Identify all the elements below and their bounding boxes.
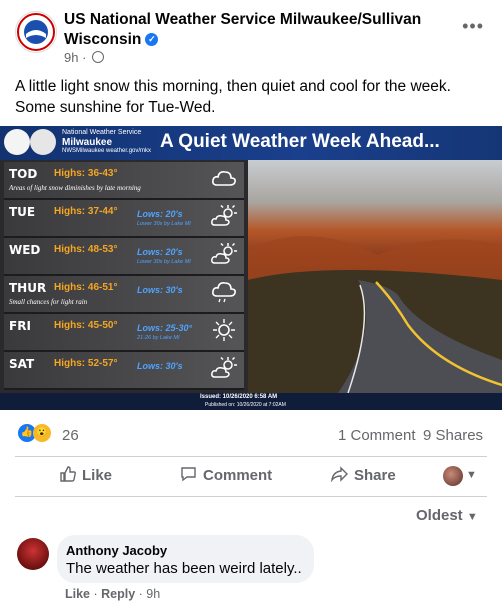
- day-name: TOD: [9, 167, 38, 181]
- comment-like-button[interactable]: Like: [65, 587, 90, 601]
- post-header: US National Weather Service Milwaukee/Su…: [0, 0, 502, 70]
- comment-reply-button[interactable]: Reply: [101, 587, 135, 601]
- day-high: Highs: 48-53°: [54, 244, 118, 255]
- day-low: Lows: 30's: [137, 361, 183, 371]
- day-name: WED: [9, 243, 41, 257]
- road-illustration: [248, 236, 502, 394]
- day-name: THUR: [9, 281, 47, 295]
- noaa-logo-icon: [4, 129, 30, 155]
- published-time: Published on: 10/26/2020 at 7:02AM: [205, 402, 286, 408]
- cloud-icon: [212, 171, 236, 186]
- shares-count-link[interactable]: 9 Shares: [423, 427, 483, 444]
- partly-sunny-icon: [211, 356, 237, 378]
- day-high: Highs: 46-51°: [54, 282, 118, 293]
- like-button[interactable]: Like: [60, 466, 112, 488]
- comment-bubble: Anthony Jacoby The weather has been weir…: [57, 535, 314, 583]
- comment-label: Comment: [203, 467, 273, 484]
- reaction-count[interactable]: 26: [62, 427, 79, 444]
- nws-avatar[interactable]: [15, 11, 57, 53]
- nws-logo-icon: [17, 13, 55, 51]
- day-high: Highs: 36-43°: [54, 168, 118, 179]
- forecast-row: TOD Highs: 36-43° Areas of light snow di…: [4, 162, 244, 200]
- issued-time: Issued: 10/26/2020 6:58 AM: [200, 394, 278, 400]
- banner-social: NWSMilwaukee weather.gov/mkx: [62, 148, 152, 154]
- commenter-avatar[interactable]: [17, 538, 49, 570]
- rain-cloud-icon: [212, 282, 236, 303]
- comment-icon: [181, 467, 196, 482]
- post-caption: A little light snow this morning, then q…: [15, 78, 451, 116]
- share-icon: [330, 466, 348, 483]
- verified-badge-icon: ✓: [145, 33, 159, 47]
- share-button[interactable]: Share: [330, 466, 396, 488]
- day-low: Lows: 30's: [137, 285, 183, 295]
- banner-office: Milwaukee: [62, 137, 113, 148]
- forecast-panel: TOD Highs: 36-43° Areas of light snow di…: [0, 160, 248, 393]
- share-label: Share: [354, 467, 396, 484]
- page-name-link[interactable]: US National Weather Service Milwaukee/Su…: [64, 10, 444, 50]
- comment-button[interactable]: Comment: [180, 466, 272, 488]
- comment-actions: Like · Reply · 9h: [65, 587, 161, 601]
- forecast-graphic[interactable]: National Weather Service Milwaukee NWSMi…: [0, 126, 502, 410]
- autumn-road-photo: [248, 160, 502, 394]
- partly-sunny-icon: [211, 242, 237, 264]
- divider: [15, 456, 487, 457]
- post-time[interactable]: 9h: [64, 50, 78, 65]
- day-low: Lows: 25-30°: [137, 323, 193, 333]
- page-name-text[interactable]: US National Weather Service Milwaukee/Su…: [64, 11, 421, 48]
- day-low: Lows: 20's: [137, 247, 183, 257]
- post-meta: 9h ·: [64, 50, 105, 65]
- day-high: Highs: 45-50°: [54, 320, 118, 331]
- like-label: Like: [82, 467, 113, 484]
- day-name: SAT: [9, 357, 35, 371]
- nws-logo-small-icon: [30, 129, 56, 155]
- forecast-row: SAT Highs: 52-57° Lows: 30's: [4, 352, 244, 390]
- day-name: FRI: [9, 319, 31, 333]
- divider: [15, 496, 487, 497]
- chevron-down-icon[interactable]: ▼: [466, 469, 477, 481]
- day-name: TUE: [9, 205, 36, 219]
- forecast-row: TUE Highs: 37-44° Lows: 20's Lower 30s b…: [4, 200, 244, 238]
- day-low: Lows: 20's: [137, 209, 183, 219]
- globe-icon: [92, 51, 105, 63]
- graphic-banner: National Weather Service Milwaukee NWSMi…: [0, 126, 502, 160]
- day-note: Small chances for light rain: [9, 298, 88, 306]
- comment-text: The weather has been weird lately..: [66, 560, 302, 577]
- chevron-down-icon: ▼: [466, 511, 478, 523]
- day-note: Areas of light snow diminishes by late m…: [9, 184, 141, 192]
- comments-count-link[interactable]: 1 Comment: [338, 427, 416, 444]
- more-options-button[interactable]: •••: [462, 16, 484, 37]
- profile-avatar[interactable]: [443, 466, 463, 486]
- comment-sort-dropdown[interactable]: Oldest ▼: [416, 507, 478, 524]
- banner-agency: National Weather Service: [62, 129, 142, 136]
- comment-time[interactable]: 9h: [146, 587, 160, 601]
- graphic-title: A Quiet Weather Week Ahead...: [160, 131, 440, 152]
- day-high: Highs: 37-44°: [54, 206, 118, 217]
- thumbs-up-icon: [60, 466, 76, 482]
- sun-icon: [213, 319, 235, 341]
- forecast-row: THUR Highs: 46-51° Lows: 30's Small chan…: [4, 276, 244, 314]
- day-low-sub: Lower 30s by Lake MI: [137, 259, 191, 265]
- comment-author-link[interactable]: Anthony Jacoby: [66, 543, 167, 558]
- forecast-row: FRI Highs: 45-50° Lows: 25-30° 21-26 by …: [4, 314, 244, 352]
- day-high: Highs: 52-57°: [54, 358, 118, 369]
- sort-label: Oldest: [416, 507, 463, 524]
- partly-sunny-icon: [211, 204, 237, 226]
- day-low-sub: Lower 30s by Lake MI: [137, 221, 191, 227]
- forecast-row: WED Highs: 48-53° Lows: 20's Lower 30s b…: [4, 238, 244, 276]
- wow-reaction-icon: 😮: [33, 424, 51, 442]
- day-low-sub: 21-26 by Lake MI: [137, 335, 180, 341]
